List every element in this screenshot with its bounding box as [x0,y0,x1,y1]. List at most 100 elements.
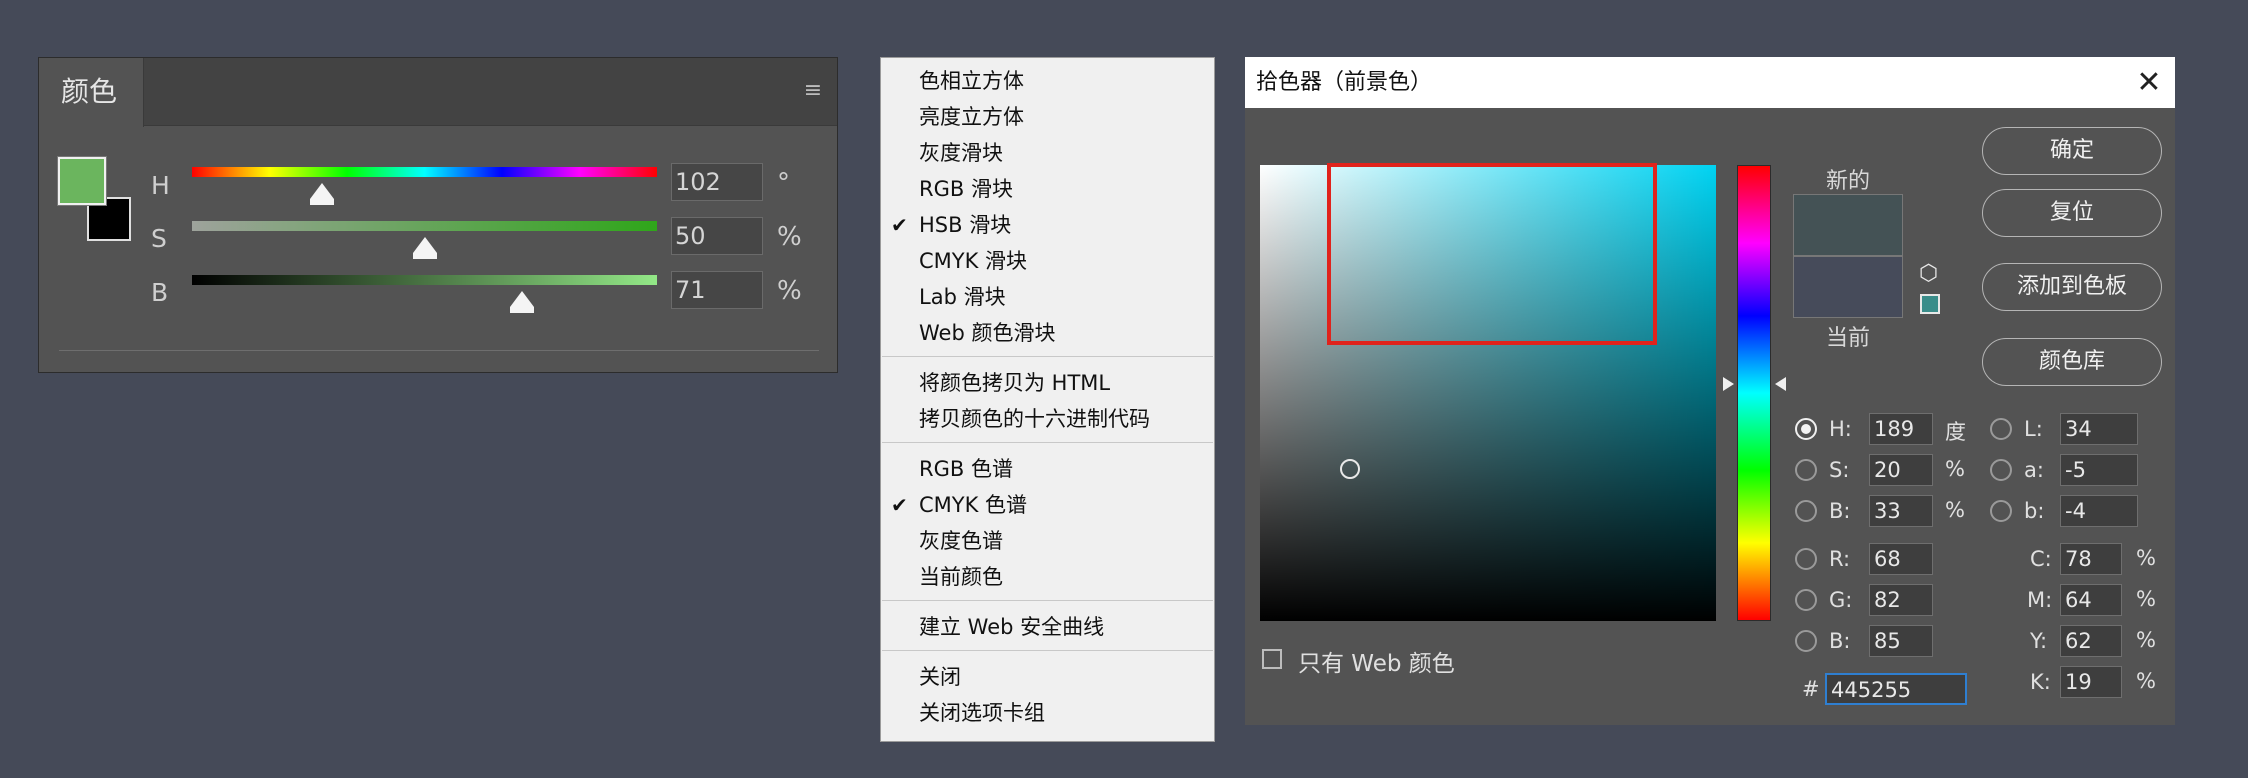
radio-h[interactable] [1795,418,1817,440]
menu-item-label: RGB 色谱 [919,457,1013,481]
brightness-slider-thumb[interactable] [510,291,535,313]
input-s[interactable]: 20 [1869,454,1933,486]
menu-item-label: Web 颜色滑块 [919,321,1056,345]
input-g[interactable]: 82 [1869,584,1933,616]
slider-label-h: H [151,171,170,200]
menu-item-label: 灰度色谱 [919,529,1003,553]
hue-marker-left-icon[interactable] [1723,377,1734,391]
brightness-value-field[interactable]: 71 [671,271,763,309]
input-r[interactable]: 68 [1869,543,1933,575]
color-libraries-button[interactable]: 颜色库 [1982,338,2162,386]
menu-item-label: Lab 滑块 [919,285,1006,309]
input-l[interactable]: 34 [2060,413,2138,445]
menu-item[interactable]: Lab 滑块 [919,280,1006,314]
menu-item-label: 色相立方体 [919,69,1024,93]
foreground-color-swatch[interactable] [57,156,107,206]
label-lab-b: b: [2024,499,2045,523]
brightness-slider-track[interactable] [192,275,657,285]
label-k: K: [2030,670,2051,694]
hue-marker-right-icon[interactable] [1775,377,1786,391]
web-safe-swatch[interactable] [1920,294,1940,314]
input-y[interactable]: 62 [2060,625,2122,657]
hue-slider-track[interactable] [192,167,657,177]
label-c: C: [2030,547,2052,571]
menu-item[interactable]: ✔ HSB 滑块 [891,208,1011,242]
menu-separator [882,356,1213,357]
current-color-swatch[interactable] [1793,256,1903,318]
radio-s[interactable] [1795,459,1817,481]
radio-rgb-b[interactable] [1795,630,1817,652]
menu-item[interactable]: ✔ CMYK 色谱 [891,488,1027,522]
ok-button[interactable]: 确定 [1982,127,2162,175]
radio-l[interactable] [1990,418,2012,440]
menu-item-label: 关闭 [919,665,961,689]
input-h[interactable]: 189 [1869,413,1933,445]
menu-item-label: CMYK 滑块 [919,249,1028,273]
menu-item[interactable]: 灰度滑块 [919,136,1003,170]
dialog-titlebar: 拾色器（前景色） ✕ [1245,57,2175,108]
menu-item[interactable]: 建立 Web 安全曲线 [919,610,1104,644]
menu-item[interactable]: 当前颜色 [919,560,1003,594]
label-r: R: [1829,547,1851,571]
menu-item[interactable]: RGB 色谱 [919,452,1013,486]
label-rgb-b: B: [1829,629,1851,653]
menu-item[interactable]: 灰度色谱 [919,524,1003,558]
menu-item[interactable]: Web 颜色滑块 [919,316,1055,350]
menu-item-label: RGB 滑块 [919,177,1013,201]
tab-color[interactable]: 颜色 [39,58,144,127]
hue-slider-thumb[interactable] [310,183,335,205]
color-selector-circle[interactable] [1340,459,1360,479]
saturation-slider-thumb[interactable] [412,237,437,259]
menu-item[interactable]: 色相立方体 [919,64,1024,98]
label-h: H: [1829,417,1852,441]
brightness-unit: % [777,276,802,306]
saturation-slider-track[interactable] [192,221,657,231]
out-of-gamut-cube-icon[interactable]: ⬡ [1919,263,1938,285]
input-a[interactable]: -5 [2060,454,2138,486]
radio-a[interactable] [1990,459,2012,481]
web-only-checkbox[interactable] [1262,649,1282,669]
hex-input[interactable]: 445255 [1825,673,1967,705]
color-picker-dialog: 拾色器（前景色） ✕ 只有 Web 颜色 新的 当前 ⬡ 确定 复位 添加到色板… [1245,57,2175,725]
radio-r[interactable] [1795,548,1817,570]
menu-item[interactable]: 亮度立方体 [919,100,1024,134]
context-menu: 色相立方体亮度立方体灰度滑块 RGB 滑块 ✔ HSB 滑块 CMYK 滑块 Lab 滑块… [880,57,1215,742]
color-panel: 颜色 ≡ H 102 ° S 50 % B 71 % [38,57,838,373]
menu-item-label: 将颜色拷贝为 HTML [919,371,1111,395]
input-k[interactable]: 19 [2060,666,2122,698]
menu-item[interactable]: RGB 滑块 [919,172,1013,206]
radio-b[interactable] [1795,500,1817,522]
label-m: M: [2027,588,2053,612]
checkmark-icon: ✔ [891,213,908,237]
input-c[interactable]: 78 [2060,543,2122,575]
menu-item[interactable]: 拷贝颜色的十六进制代码 [919,402,1150,436]
close-icon[interactable]: ✕ [2133,57,2165,108]
radio-g[interactable] [1795,589,1817,611]
saturation-unit: % [777,222,802,252]
reset-button[interactable]: 复位 [1982,189,2162,237]
menu-separator [882,600,1213,601]
hue-value-field[interactable]: 102 [671,163,763,201]
menu-item[interactable]: 将颜色拷贝为 HTML [919,366,1110,400]
unit-c: % [2136,546,2156,570]
add-to-swatches-button[interactable]: 添加到色板 [1982,263,2162,311]
menu-item[interactable]: CMYK 滑块 [919,244,1027,278]
label-b: B: [1829,499,1851,523]
input-lab-b[interactable]: -4 [2060,495,2138,527]
radio-lab-b[interactable] [1990,500,2012,522]
menu-item[interactable]: 关闭 [919,660,961,694]
unit-b: % [1945,498,1965,522]
unit-k: % [2136,669,2156,693]
web-only-label: 只有 Web 颜色 [1298,651,1455,677]
panel-tabbar: 颜色 ≡ [39,58,837,127]
hue-strip[interactable] [1737,165,1771,621]
menu-item[interactable]: 关闭选项卡组 [919,696,1045,730]
label-a: a: [2024,458,2044,482]
input-rgb-b[interactable]: 85 [1869,625,1933,657]
hamburger-menu-icon[interactable]: ≡ [801,80,825,102]
saturation-value-field[interactable]: 50 [671,217,763,255]
input-b[interactable]: 33 [1869,495,1933,527]
label-l: L: [2024,417,2043,441]
input-m[interactable]: 64 [2060,584,2122,616]
menu-item-label: 灰度滑块 [919,141,1003,165]
